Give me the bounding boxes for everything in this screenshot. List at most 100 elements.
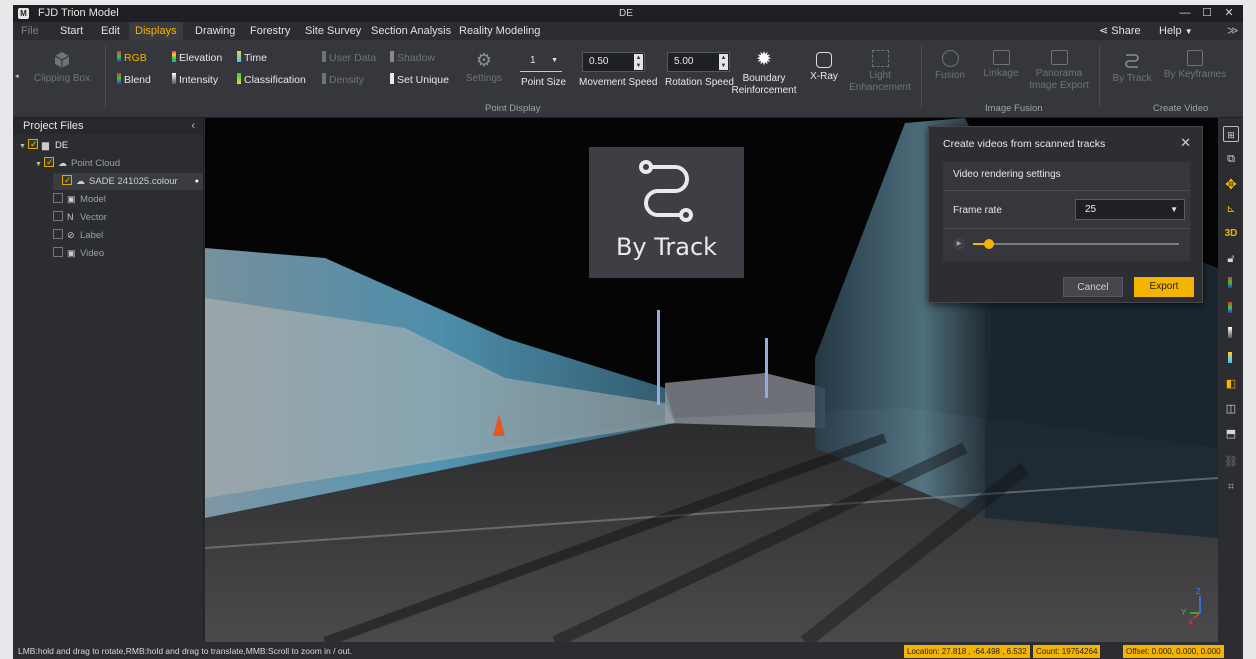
tree-node-vector[interactable]: N Vector [53,209,107,226]
fusion-button[interactable]: Fusion [931,50,969,81]
settings-button[interactable]: ⚙ Settings [459,50,509,84]
blend-icon[interactable] [1223,301,1239,317]
classification-mode-button[interactable]: Classification [237,73,306,87]
elevation-icon [172,51,176,62]
checkbox[interactable] [53,211,63,221]
rgb-mode-button[interactable]: RGB [117,51,147,65]
timeline-slider[interactable] [973,243,1179,245]
intensity-icon[interactable] [1223,326,1239,342]
menu-start[interactable]: Start [54,22,89,40]
settings-label: Settings [465,73,503,84]
tree-node-video[interactable]: ▣ Video [53,245,104,262]
user-data-mode-button[interactable]: User Data [322,51,376,65]
checkbox[interactable] [44,154,54,171]
panorama-export-button[interactable]: Panorama Image Export [1029,50,1089,92]
orbit-icon[interactable]: ✥ [1223,176,1239,192]
chevron-down-icon: ▼ [1170,205,1178,214]
crop-icon[interactable]: ⌗ [1223,479,1239,495]
by-track-overlay-image: By Track [589,147,744,278]
user-data-label: User Data [329,52,377,64]
play-icon[interactable]: ▶ [953,238,965,250]
grid-icon[interactable]: ⊞ [1223,126,1239,142]
shadow-mode-button[interactable]: Shadow [390,51,435,65]
linkage-button[interactable]: Linkage [979,50,1023,79]
elevation-mode-button[interactable]: Elevation [172,51,222,65]
rgb-icon[interactable] [1223,276,1239,292]
spinner-arrows-icon[interactable]: ▲ ▼ [634,54,643,70]
linkage-icon [992,50,1010,65]
clipping-box-label: Clipping Box [33,73,91,84]
movement-speed-input[interactable]: 0.50 ▲ ▼ [582,52,645,72]
tree-node-sade-file[interactable]: ☁ SADE 241025.colour ● [53,172,203,190]
menu-section-analysis[interactable]: Section Analysis [365,22,457,40]
spinner-arrows-icon[interactable]: ▲ ▼ [719,54,728,70]
vector-icon: N [67,212,74,222]
ribbon-scroll-left-icon[interactable]: ◂ [15,72,19,80]
point-display-group-label: Point Display [485,103,541,114]
checkbox[interactable] [62,172,72,189]
right-toolbar: ⊞ ⧉ ✥ ⊾ 3D 🔓︎ ◧ ◫ ⬒ ⛓ ⌗ [1218,118,1243,642]
link-icon[interactable]: ⛓ [1223,454,1239,470]
point-size-select[interactable]: 1 ▼ [520,52,562,72]
set-unique-button[interactable]: Set Unique [390,73,449,87]
keyframes-icon [1187,50,1203,66]
menu-displays[interactable]: Displays [129,22,183,40]
cube-icon [54,52,70,68]
xray-button[interactable]: X-Ray [806,50,842,82]
menu-reality-modeling[interactable]: Reality Modeling [453,22,546,40]
time-icon[interactable] [1223,351,1239,367]
density-mode-button[interactable]: Density [322,73,364,87]
slider-handle[interactable] [984,239,995,249]
density-label: Density [329,74,365,86]
checkbox[interactable] [53,229,63,239]
share-icon: ⋖ [1099,25,1112,37]
cube-top-icon[interactable]: ⬒ [1223,426,1239,442]
share-button[interactable]: ⋖ Share [1093,22,1147,40]
boundary-reinforcement-button[interactable]: ✹ Boundary Reinforcement [731,50,797,97]
close-icon[interactable]: ✕ [1180,135,1191,151]
gear-icon: ⚙ [475,50,493,70]
tree-node-de[interactable]: ▼ ▆ DE [19,136,68,155]
maximize-button[interactable]: ☐ [1197,6,1217,21]
menu-site-survey[interactable]: Site Survey [299,22,367,40]
frame-rate-select[interactable]: 25 ▼ [1075,199,1185,220]
menu-forestry[interactable]: Forestry [244,22,296,40]
menu-drawing[interactable]: Drawing [189,22,241,40]
blend-mode-button[interactable]: Blend [117,73,151,87]
expand-arrow-icon[interactable]: ▼ [19,138,28,155]
app-title: FJD Trion Model [38,7,119,19]
menu-edit[interactable]: Edit [95,22,126,40]
cube-side-icon[interactable]: ◫ [1223,401,1239,417]
intensity-mode-button[interactable]: Intensity [172,73,218,87]
tree-node-point-cloud[interactable]: ▼ ☁ Point Cloud [35,154,120,173]
elevation-label: Elevation [179,52,223,64]
tree-node-model[interactable]: ▣ Model [53,191,106,208]
by-keyframes-button[interactable]: By Keyframes [1163,50,1227,80]
checkbox[interactable] [53,247,63,257]
clipping-box-button[interactable]: Clipping Box [27,50,97,84]
xray-icon [816,52,832,68]
movement-speed-label: Movement Speed [579,77,658,88]
checkbox[interactable] [28,136,38,153]
measure-icon[interactable]: ⊾ [1223,201,1239,217]
minimize-button[interactable]: — [1175,6,1195,21]
cancel-button[interactable]: Cancel [1063,277,1123,297]
close-button[interactable]: ✕ [1219,6,1239,21]
3d-toggle[interactable]: 3D [1223,226,1239,242]
time-mode-button[interactable]: Time [237,51,267,65]
lock-icon[interactable]: 🔓︎ [1223,251,1239,267]
by-track-button[interactable]: By Track [1107,50,1157,84]
point-cloud-viewport[interactable]: Z Y X By Track Create videos from scanne… [205,118,1218,642]
expand-arrow-icon[interactable]: ▼ [35,156,44,173]
collapse-panel-icon[interactable]: ‹ [191,118,195,134]
export-button[interactable]: Export [1134,277,1194,297]
checkbox[interactable] [53,193,63,203]
camera-icon[interactable]: ⧉ [1223,151,1239,167]
light-enhancement-button[interactable]: Light Enhancement [847,50,913,94]
rotation-speed-input[interactable]: 5.00 ▲ ▼ [667,52,730,72]
help-menu[interactable]: Help ▼ [1153,22,1199,40]
tree-node-label[interactable]: ⊘ Label [53,227,103,244]
collapse-ribbon-icon[interactable]: ≫ [1221,22,1243,40]
cube-front-icon[interactable]: ◧ [1223,376,1239,392]
menu-file[interactable]: File [15,22,45,40]
